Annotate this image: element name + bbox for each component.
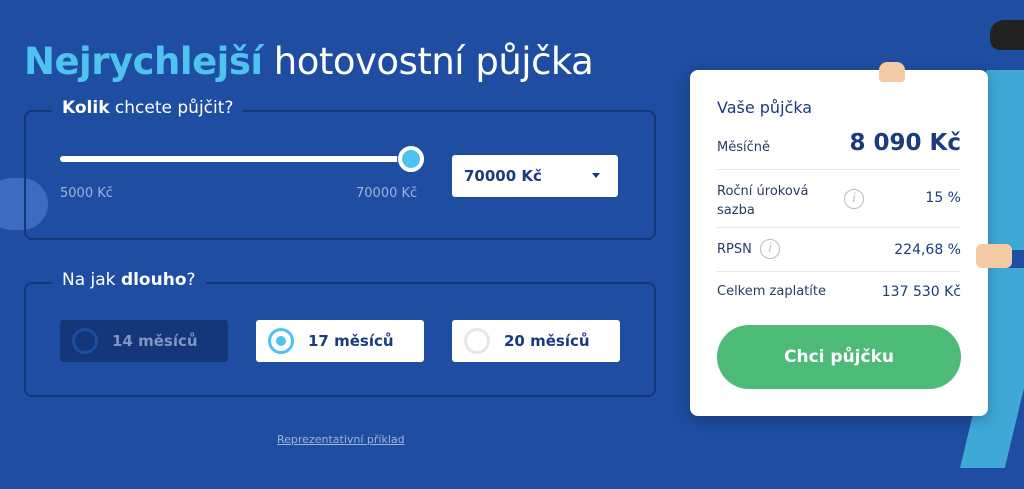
rate-label-line2: sazba <box>717 203 755 218</box>
total-value: 137 530 Kč <box>881 284 961 300</box>
duration-option-17[interactable]: 17 měsíců <box>256 320 424 362</box>
amount-slider-track[interactable] <box>60 156 410 162</box>
amount-legend-rest: chcete půjčit? <box>109 98 234 118</box>
duration-option-20[interactable]: 20 měsíců <box>452 320 620 362</box>
amount-fieldset: Kolik chcete půjčit? 5000 Kč 70000 Kč 70… <box>24 98 656 240</box>
page-title-accent: Nejrychlejší <box>24 40 263 83</box>
mascot-hand-icon <box>879 62 905 82</box>
page-title-rest: hotovostní půjčka <box>262 40 594 83</box>
amount-slider-thumb[interactable] <box>398 146 424 172</box>
monthly-label: Měsíčně <box>717 140 770 155</box>
monthly-value: 8 090 Kč <box>849 130 962 156</box>
loan-summary-card: Vaše půjčka Měsíčně 8 090 Kč Roční úroko… <box>690 70 988 416</box>
monthly-row: Měsíčně 8 090 Kč <box>717 124 961 170</box>
info-icon[interactable]: i <box>844 189 864 209</box>
total-row: Celkem zaplatíte 137 530 Kč <box>717 272 961 312</box>
duration-legend: Na jak dlouho? <box>52 270 206 290</box>
representative-example-link[interactable]: Reprezentativní příklad <box>277 433 405 446</box>
rpsn-label: RPSN <box>717 242 752 257</box>
duration-fieldset: Na jak dlouho? 14 měsíců 17 měsíců 20 mě… <box>24 270 656 397</box>
radio-icon <box>464 328 490 354</box>
amount-legend-bold: Kolik <box>62 98 110 118</box>
apply-loan-button[interactable]: Chci půjčku <box>717 325 961 389</box>
rpsn-value: 224,68 % <box>894 242 961 258</box>
mascot-body <box>986 70 1024 250</box>
mascot-hand-icon <box>976 244 1012 268</box>
mascot-hair <box>990 20 1024 50</box>
rpsn-row: RPSN i 224,68 % <box>717 228 961 272</box>
rate-row: Roční úroková sazba i 15 % <box>717 170 961 228</box>
total-label: Celkem zaplatíte <box>717 284 826 299</box>
rate-label: Roční úroková sazba <box>717 182 808 220</box>
duration-legend-start: Na jak <box>62 270 121 290</box>
summary-title: Vaše půjčka <box>717 98 813 117</box>
duration-legend-end: ? <box>186 270 196 290</box>
rate-value: 15 % <box>925 190 961 206</box>
duration-legend-bold: dlouho <box>120 270 187 290</box>
radio-checked-icon <box>268 328 294 354</box>
slider-max-label: 70000 Kč <box>356 186 418 201</box>
duration-option-14[interactable]: 14 měsíců <box>60 320 228 362</box>
radio-icon <box>72 328 98 354</box>
info-icon[interactable]: i <box>760 239 780 259</box>
chevron-down-icon <box>592 173 600 178</box>
amount-select[interactable]: 70000 Kč <box>452 155 618 197</box>
page-title: Nejrychlejší hotovostní půjčka <box>24 40 594 83</box>
duration-option-label: 14 měsíců <box>112 332 198 350</box>
amount-legend: Kolik chcete půjčit? <box>52 98 244 118</box>
amount-select-value: 70000 Kč <box>464 167 542 185</box>
duration-option-label: 17 měsíců <box>308 332 394 350</box>
rate-label-line1: Roční úroková <box>717 184 809 199</box>
duration-option-label: 20 měsíců <box>504 332 590 350</box>
slider-min-label: 5000 Kč <box>60 186 113 201</box>
